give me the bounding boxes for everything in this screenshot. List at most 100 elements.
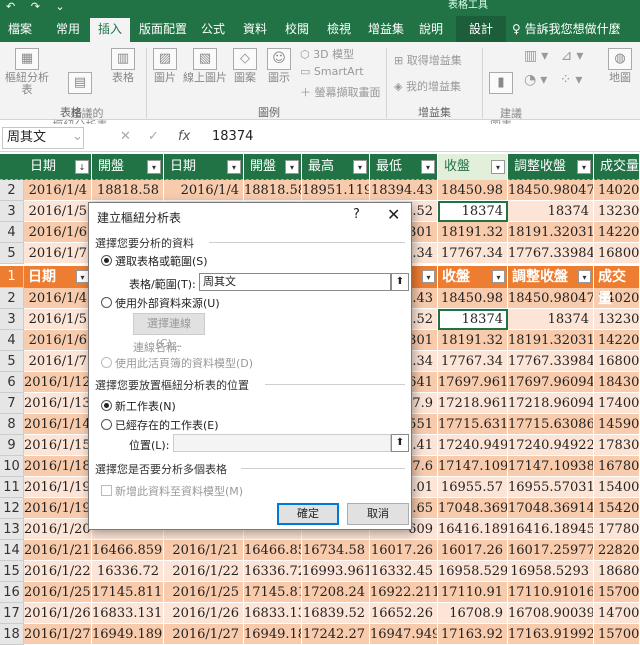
- table-cell[interactable]: 16017.25977: [508, 540, 594, 561]
- filter-icon[interactable]: ▾: [491, 160, 505, 174]
- table-cell[interactable]: 17400: [594, 393, 640, 414]
- table-cell[interactable]: 17048.36914: [508, 498, 594, 519]
- table-cell[interactable]: 17767.33984: [508, 351, 594, 372]
- table-cell[interactable]: 18191.32031: [508, 330, 594, 351]
- row-number[interactable]: 2: [0, 180, 24, 201]
- maps-button[interactable]: ◍ 地圖: [602, 48, 638, 84]
- filter-icon[interactable]: ▾: [227, 160, 241, 174]
- table-cell[interactable]: 2016/1/18: [24, 456, 92, 477]
- row-number[interactable]: 3: [0, 201, 24, 222]
- table-cell[interactable]: 16466.859: [92, 540, 164, 561]
- table-cell[interactable]: 18191.32031: [508, 222, 594, 243]
- table-cell[interactable]: 17208.24: [302, 582, 370, 603]
- online-picture-button[interactable]: ▧ 線上圖片: [182, 48, 228, 84]
- table-cell[interactable]: 2016/1/19: [24, 477, 92, 498]
- tab-addins[interactable]: 增益集: [362, 16, 410, 42]
- ok-button[interactable]: 確定: [277, 503, 339, 525]
- table-cell[interactable]: 16922.211: [370, 582, 438, 603]
- table-cell[interactable]: 18430: [594, 372, 640, 393]
- table-cell[interactable]: 2016/1/6: [24, 222, 92, 243]
- table-cell[interactable]: 2016/1/22: [164, 561, 244, 582]
- header-cell[interactable]: 收盤 ▾: [438, 154, 508, 180]
- table-cell[interactable]: 16833.131: [92, 603, 164, 624]
- table-cell[interactable]: 17240.949: [438, 435, 508, 456]
- enter-icon[interactable]: ✓: [148, 129, 159, 144]
- row-number[interactable]: 13: [0, 519, 24, 540]
- table-cell[interactable]: 17147.109: [438, 456, 508, 477]
- table-cell[interactable]: 2016/1/25: [164, 582, 244, 603]
- row-number[interactable]: 4: [0, 222, 24, 243]
- table-cell[interactable]: 15700: [594, 624, 640, 645]
- table-cell[interactable]: 18951.119: [302, 180, 370, 201]
- table-cell[interactable]: 2016/1/20: [24, 519, 92, 540]
- table-cell[interactable]: 16017.26: [438, 540, 508, 561]
- location-input[interactable]: [173, 434, 391, 452]
- data-model-option[interactable]: 使用此活頁簿的資料模型(D): [101, 355, 253, 371]
- existing-worksheet-option[interactable]: 已經存在的工作表(E): [101, 417, 219, 433]
- row-number[interactable]: 18: [0, 624, 24, 645]
- header-cell[interactable]: 開盤 ▾: [92, 154, 164, 180]
- table-cell[interactable]: 18450.98047: [508, 288, 594, 309]
- table-cell[interactable]: 16833.131: [244, 603, 302, 624]
- location-picker-icon[interactable]: ⬆: [391, 434, 409, 452]
- table-cell[interactable]: 22820: [594, 540, 640, 561]
- row-number[interactable]: 6: [0, 372, 24, 393]
- tab-help[interactable]: 說明: [414, 16, 448, 42]
- table-cell[interactable]: 16708.90039: [508, 603, 594, 624]
- table-cell[interactable]: 18450.98: [438, 288, 508, 309]
- new-worksheet-option[interactable]: 新工作表(N): [101, 398, 176, 414]
- choose-connection-button[interactable]: 選擇連線(C)...: [133, 313, 205, 350]
- tab-design[interactable]: 設計: [456, 16, 506, 42]
- table-cell[interactable]: 16800: [594, 351, 640, 372]
- cancel-button[interactable]: 取消: [347, 503, 409, 525]
- smartart-button[interactable]: ▭ SmartArt: [300, 65, 364, 78]
- filter-icon[interactable]: ▾: [421, 160, 435, 174]
- table-cell[interactable]: 16947.949: [370, 624, 438, 645]
- table-cell[interactable]: 15400: [594, 477, 640, 498]
- table-cell[interactable]: 16332.45: [370, 561, 438, 582]
- chart-type-icons[interactable]: ▥▾ ⊿▾: [524, 48, 587, 64]
- table-cell[interactable]: 16955.57031: [508, 477, 594, 498]
- table-cell[interactable]: 2016/1/22: [24, 561, 92, 582]
- row-number[interactable]: 5: [0, 243, 24, 264]
- row-number[interactable]: 10: [0, 456, 24, 477]
- table-cell[interactable]: 14700: [594, 603, 640, 624]
- table-cell[interactable]: 2016/1/7: [24, 243, 92, 264]
- header-cell[interactable]: 調整收盤 ▾: [508, 154, 594, 180]
- table-cell[interactable]: 2016/1/14: [24, 414, 92, 435]
- select-table-option[interactable]: 選取表格或範圍(S): [101, 253, 208, 269]
- table-cell[interactable]: 16466.859: [244, 540, 302, 561]
- table-cell[interactable]: 18450.98047: [508, 180, 594, 201]
- table-cell[interactable]: 17110.91: [438, 582, 508, 603]
- table-cell[interactable]: 15700: [594, 582, 640, 603]
- table-cell[interactable]: 16839.52: [302, 603, 370, 624]
- table-cell[interactable]: 14220: [594, 330, 640, 351]
- filter-icon[interactable]: ▾: [577, 160, 591, 174]
- filter-icon[interactable]: ▾: [353, 160, 367, 174]
- row-number[interactable]: 8: [0, 414, 24, 435]
- table-cell[interactable]: 2016/1/15: [24, 435, 92, 456]
- row-number[interactable]: 5: [0, 351, 24, 372]
- table-cell[interactable]: 17240.94922: [508, 435, 594, 456]
- table-cell[interactable]: 2016/1/26: [24, 603, 92, 624]
- table-cell[interactable]: 2016/1/19: [24, 498, 92, 519]
- table-cell[interactable]: 16800: [594, 243, 640, 264]
- header-cell[interactable]: 最高 ▾: [302, 154, 370, 180]
- get-addins-button[interactable]: ⊞ 取得增益集: [394, 52, 462, 68]
- table-cell[interactable]: 16734.58: [302, 540, 370, 561]
- help-icon[interactable]: ?: [353, 207, 360, 222]
- table-cell[interactable]: 18191.32: [438, 222, 508, 243]
- table-cell[interactable]: 18680: [594, 561, 640, 582]
- table-cell[interactable]: 17767.34: [438, 243, 508, 264]
- tab-formulas[interactable]: 公式: [196, 16, 230, 42]
- external-source-option[interactable]: 使用外部資料來源(U): [101, 295, 220, 311]
- header-cell[interactable]: 日期 ▾: [164, 154, 244, 180]
- table-cell[interactable]: 2016/1/5: [24, 309, 92, 330]
- table-cell[interactable]: 16958.529: [438, 561, 508, 582]
- table-cell[interactable]: 17147.10938: [508, 456, 594, 477]
- formula-value[interactable]: 18374: [212, 129, 253, 144]
- table-cell[interactable]: 18374: [438, 201, 508, 222]
- table-cell[interactable]: 17110.91016: [508, 582, 594, 603]
- tell-me-box[interactable]: ♀ 告訴我您想做什麼: [512, 16, 640, 42]
- row-number[interactable]: 16: [0, 582, 24, 603]
